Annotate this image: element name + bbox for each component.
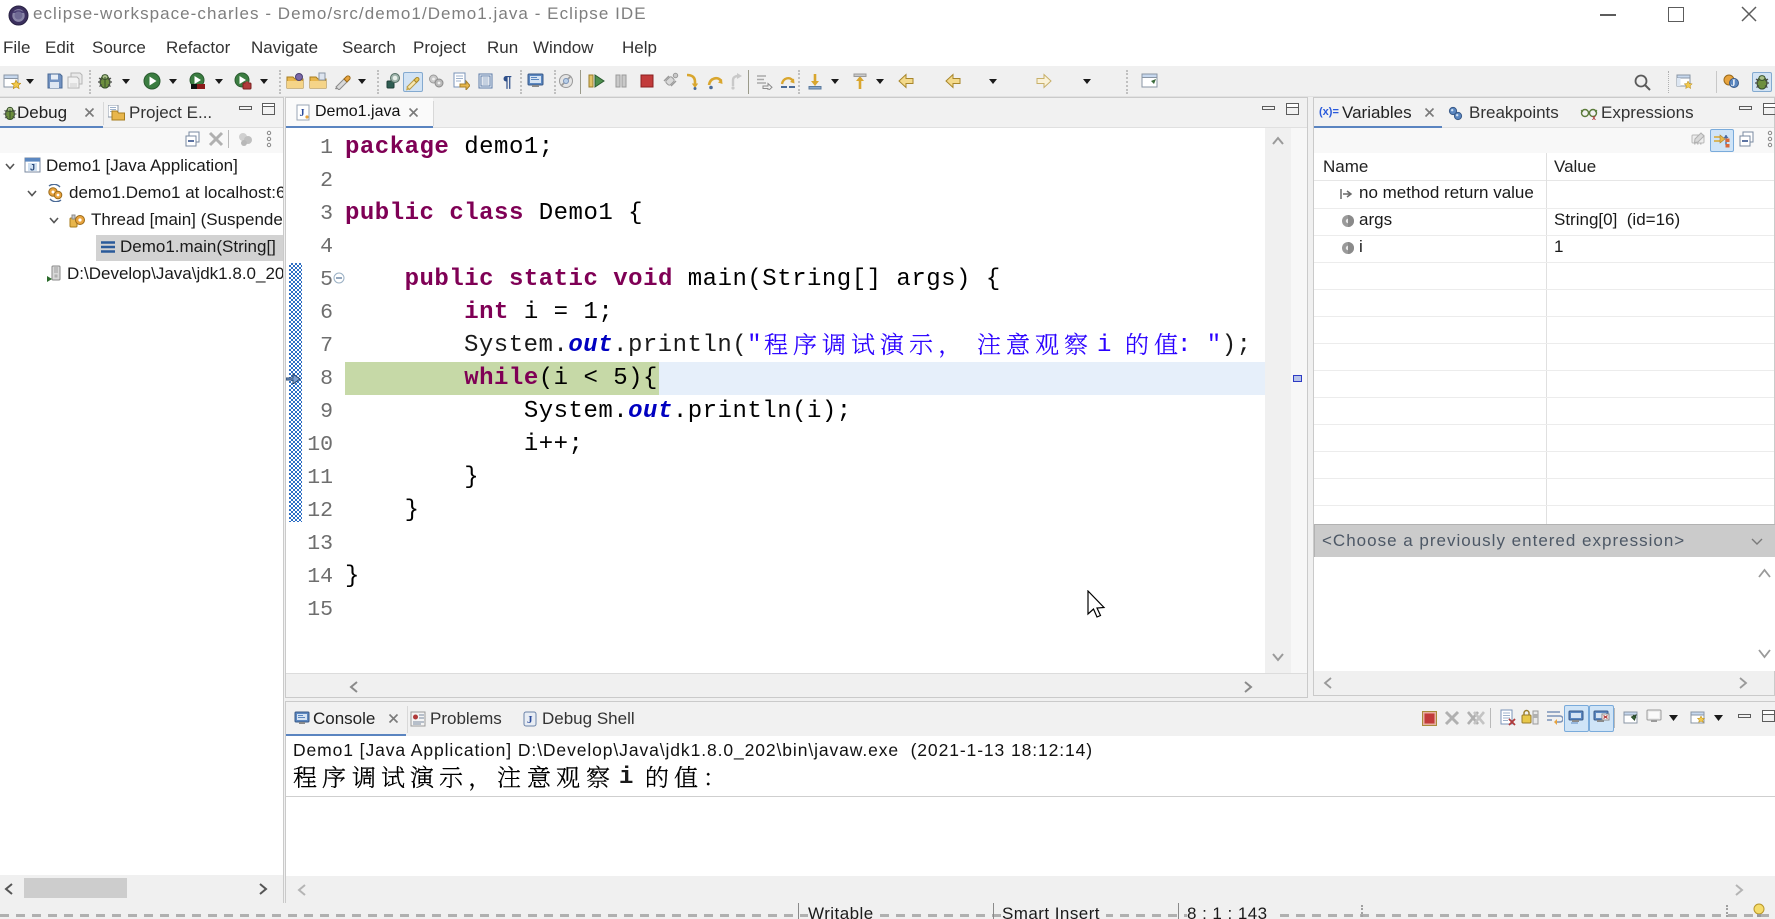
svg-text:x: x: [1592, 115, 1596, 121]
svg-text:J: J: [1731, 78, 1736, 88]
svg-text:J: J: [300, 108, 305, 119]
svg-text:J: J: [30, 162, 35, 172]
svg-text:J: J: [527, 714, 533, 726]
